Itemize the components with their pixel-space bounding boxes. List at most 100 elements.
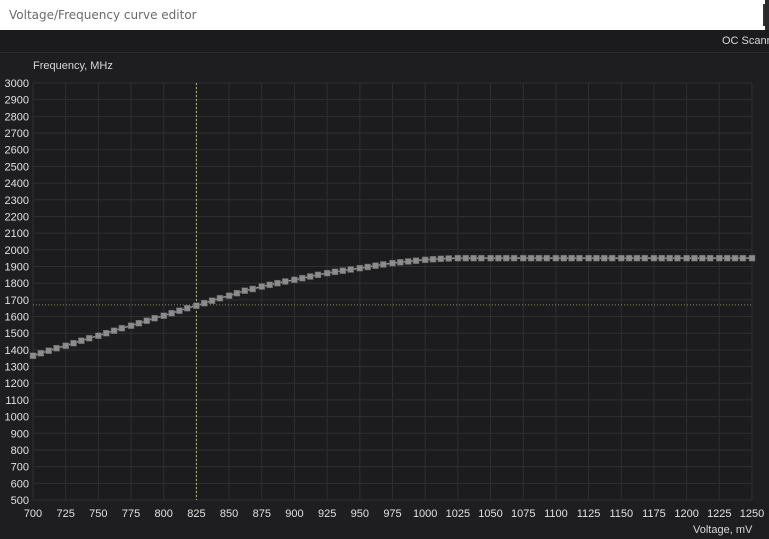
vf-curve-point[interactable] [454,254,462,262]
vf-curve-point[interactable] [527,254,535,262]
vf-curve-point[interactable] [331,268,339,276]
vf-curve-point[interactable] [445,255,452,262]
vf-curve-point[interactable] [143,317,150,324]
vf-curve-point[interactable] [487,254,494,262]
vf-curve-point[interactable] [339,267,347,274]
vf-curve-point[interactable] [127,322,135,329]
vf-curve-point[interactable] [118,324,126,332]
vf-curve-point[interactable] [233,289,241,297]
vf-curve-point[interactable] [85,334,93,342]
vf-curve-point[interactable] [641,254,649,262]
vf-curve-point[interactable] [666,254,673,262]
vf-curve-point[interactable] [502,254,510,262]
vf-curve-point[interactable] [249,285,256,293]
vf-curve-point[interactable] [364,263,371,271]
vf-curve-point[interactable] [706,254,714,262]
vf-curve-point[interactable] [135,319,143,327]
x-tick-label: 1050 [478,508,502,520]
vf-curve-point[interactable] [404,258,412,265]
vf-curve-point[interactable] [184,304,191,312]
vf-curve-point[interactable] [216,294,224,302]
y-tick-label: 2300 [5,195,29,207]
vf-curve-point[interactable] [314,271,322,279]
vf-curve-point[interactable] [306,273,314,280]
vf-curve-point[interactable] [168,309,175,317]
vf-curve-point[interactable] [176,307,183,314]
vf-curve-point[interactable] [576,254,583,262]
y-tick-label: 1200 [5,378,29,390]
vf-curve-point[interactable] [193,302,200,309]
vf-curve-point[interactable] [78,337,85,344]
vf-curve-point[interactable] [429,256,437,263]
vf-curve-point[interactable] [462,254,469,262]
vf-curve-point[interactable] [748,254,756,262]
x-tick-label: 875 [253,508,271,520]
vf-curve-point[interactable] [151,314,158,322]
vf-curve-point[interactable] [739,254,747,262]
vf-curve-point[interactable] [633,254,641,262]
vf-curve-point[interactable] [37,349,45,357]
vf-curve-point[interactable] [731,254,739,262]
vf-curve-point[interactable] [543,254,551,262]
vf-curve-point[interactable] [716,254,723,262]
vf-curve-point[interactable] [495,254,502,262]
vf-curve-point[interactable] [625,254,633,262]
vf-curve-point[interactable] [608,254,616,262]
vf-curve-point[interactable] [560,254,568,262]
vf-curve-point[interactable] [568,254,575,262]
vf-curve-point[interactable] [291,276,298,284]
vf-curve-point[interactable] [510,254,518,262]
vf-curve-point[interactable] [585,254,592,262]
vf-curve-point[interactable] [274,279,281,287]
vf-curve-point[interactable] [683,254,690,262]
vf-curve-point[interactable] [519,254,527,262]
vf-curve-point[interactable] [389,259,396,267]
vf-curve-point[interactable] [674,254,681,262]
vf-curve-point[interactable] [412,257,420,264]
vf-curve-point[interactable] [397,259,404,266]
vf-curve-point[interactable] [102,329,110,337]
vf-curve-point[interactable] [593,254,600,262]
vf-curve-point[interactable] [347,266,354,273]
y-tick-label: 2700 [5,128,29,140]
vf-curve-point[interactable] [70,339,77,347]
vf-curve-point[interactable] [258,283,266,290]
vf-curve-point[interactable] [618,254,625,262]
vf-curve-point[interactable] [282,278,289,285]
x-tick-label: 975 [383,508,401,520]
x-tick-label: 800 [155,508,173,520]
vf-curve-point[interactable] [299,274,306,282]
vf-curve-point[interactable] [201,299,208,307]
vf-curve-point[interactable] [470,254,477,262]
vf-curve-point[interactable] [62,342,69,349]
vf-curve-point[interactable] [658,254,666,262]
vf-curve-point[interactable] [535,254,543,262]
vf-curve-point[interactable] [601,254,608,262]
vf-curve-point[interactable] [323,269,331,277]
vf-curve-point[interactable] [699,254,706,262]
vf-curve-chart[interactable]: 700 725 750 775 800 825 850 875 900 925 950 975 1000… [0,0,769,539]
vf-curve-point[interactable] [160,312,167,319]
vf-curve-point[interactable] [225,292,233,299]
vf-curve-point[interactable] [437,255,445,263]
vf-curve-point[interactable] [380,261,387,268]
vf-curve-point[interactable] [110,327,118,334]
vf-curve-point[interactable] [650,254,658,262]
vf-curve-point[interactable] [53,344,60,352]
vf-curve-point[interactable] [552,254,560,262]
vf-curve-point[interactable] [372,262,379,269]
vf-curve-point[interactable] [421,256,429,264]
vf-curve-point[interactable] [29,352,37,359]
vf-curve-point[interactable] [45,347,52,354]
vf-curve-point[interactable] [356,264,364,272]
vf-curve-point[interactable] [478,254,485,262]
vf-curve-point[interactable] [208,297,216,304]
y-tick-label: 1700 [5,295,29,307]
vf-curve-point[interactable] [723,254,731,262]
vf-curve-point[interactable] [691,254,698,262]
vf-curve-point[interactable] [241,287,249,294]
y-tick-label: 2900 [5,95,29,107]
y-tick-label: 3000 [5,78,29,90]
vf-curve-point[interactable] [95,332,102,339]
vf-curve-point[interactable] [266,281,273,289]
